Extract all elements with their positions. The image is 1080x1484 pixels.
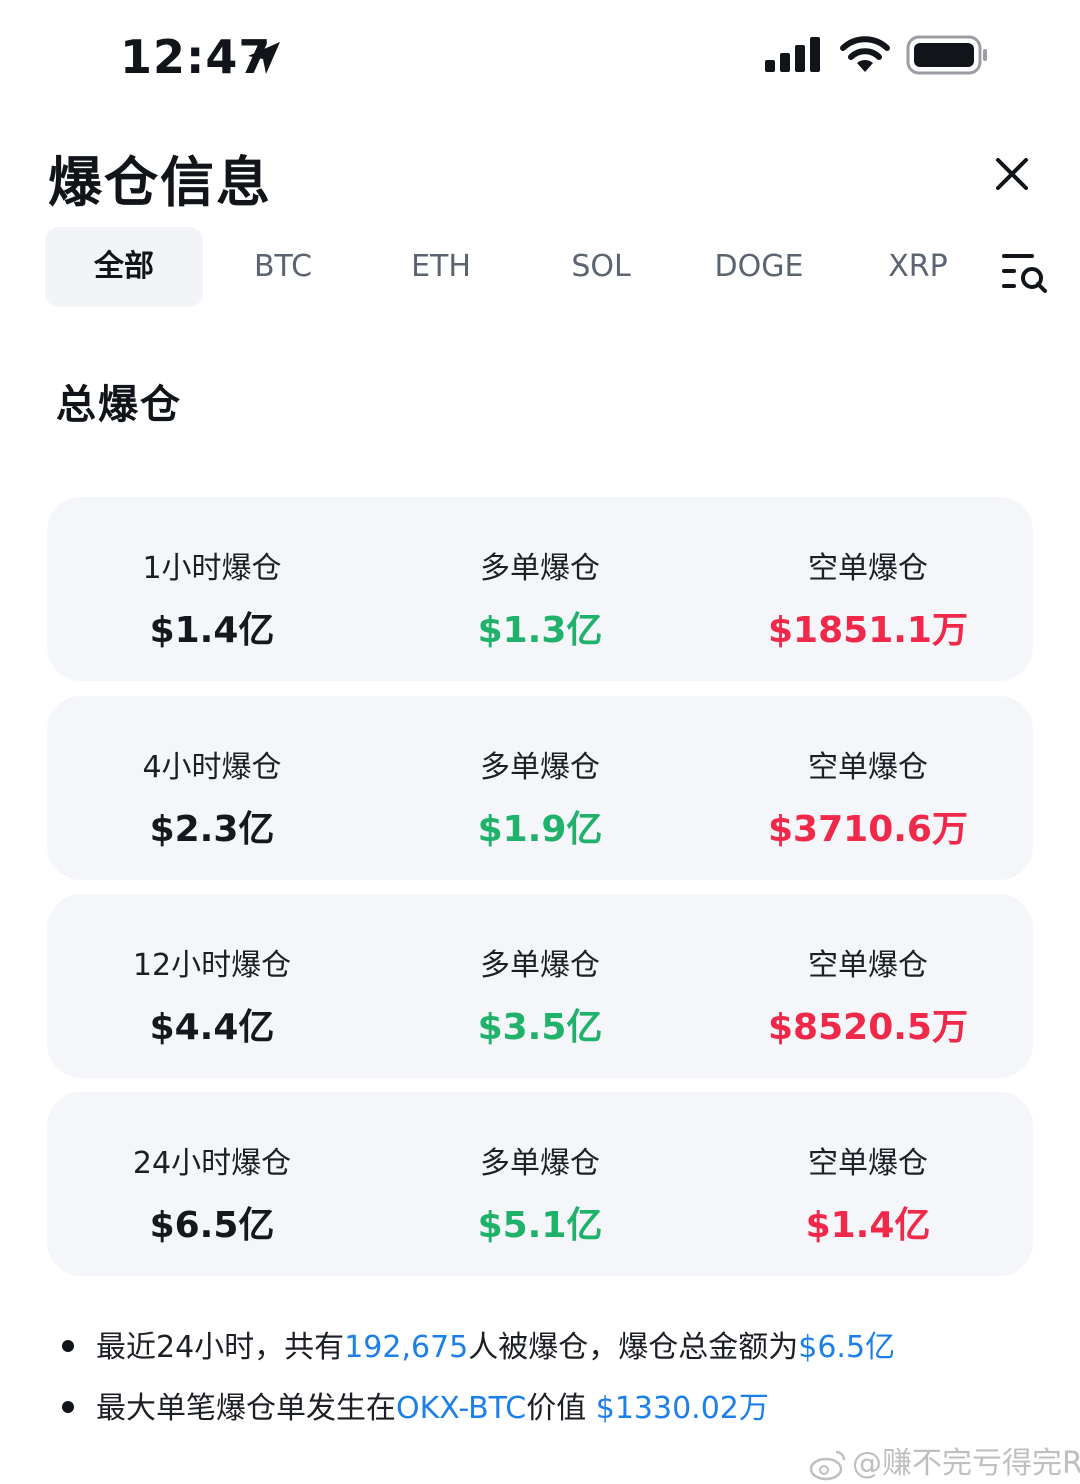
long-label: 多单爆仓 bbox=[480, 750, 600, 785]
total-value: $4.4亿 bbox=[149, 1007, 275, 1048]
total-cell: 1小时爆仓 $1.4亿 bbox=[47, 497, 377, 681]
section-title: 总爆仓 bbox=[56, 382, 182, 428]
battery-icon bbox=[906, 35, 987, 75]
liquidated-count: 192,675 bbox=[344, 1330, 469, 1365]
total-cell: 4小时爆仓 $2.3亿 bbox=[47, 696, 377, 880]
pair-link[interactable]: OKX-BTC bbox=[396, 1391, 526, 1426]
total-label: 12小时爆仓 bbox=[132, 948, 292, 983]
largest-amount: $1330.02万 bbox=[595, 1391, 769, 1426]
page-title: 爆仓信息 bbox=[48, 151, 272, 214]
liquidation-card-1h: 1小时爆仓 $1.4亿 多单爆仓 $1.3亿 空单爆仓 $1851.1万 bbox=[47, 497, 1033, 681]
coin-tabs: 全部 BTC ETH SOL DOGE XRP bbox=[45, 227, 1045, 307]
bullet-icon bbox=[62, 1339, 74, 1352]
largest-liquidation-note: 最大单笔爆仓单发生在OKX-BTC价值 $1330.02万 bbox=[62, 1383, 769, 1427]
long-cell: 多单爆仓 $1.9亿 bbox=[375, 696, 705, 880]
tab-btc[interactable]: BTC bbox=[215, 227, 351, 307]
long-label: 多单爆仓 bbox=[480, 948, 600, 983]
total-cell: 12小时爆仓 $4.4亿 bbox=[47, 894, 377, 1078]
short-cell: 空单爆仓 $3710.6万 bbox=[703, 696, 1033, 880]
liquidation-card-4h: 4小时爆仓 $2.3亿 多单爆仓 $1.9亿 空单爆仓 $3710.6万 bbox=[47, 696, 1033, 880]
long-cell: 多单爆仓 $1.3亿 bbox=[375, 497, 705, 681]
short-label: 空单爆仓 bbox=[808, 948, 928, 983]
total-value: $1.4亿 bbox=[149, 610, 275, 651]
weibo-logo-icon bbox=[809, 1450, 846, 1480]
watermark-text: @赚不完亏得完R bbox=[852, 1446, 1080, 1481]
watermark: @赚不完亏得完R bbox=[808, 1438, 1080, 1482]
liquidation-card-24h: 24小时爆仓 $6.5亿 多单爆仓 $5.1亿 空单爆仓 $1.4亿 bbox=[47, 1092, 1033, 1276]
short-value: $3710.6万 bbox=[768, 809, 968, 850]
status-bar: 12:47 bbox=[0, 0, 1080, 110]
tab-xrp[interactable]: XRP bbox=[851, 227, 985, 307]
tab-doge[interactable]: DOGE bbox=[691, 227, 827, 307]
total-label: 4小时爆仓 bbox=[142, 750, 282, 785]
cellular-signal-icon bbox=[765, 37, 820, 72]
tab-all[interactable]: 全部 bbox=[45, 227, 203, 307]
bullet-icon bbox=[62, 1400, 74, 1413]
note-text: 价值 bbox=[526, 1391, 596, 1426]
short-value: $1.4亿 bbox=[805, 1205, 931, 1246]
long-value: $3.5亿 bbox=[477, 1007, 603, 1048]
note-text: 最大单笔爆仓单发生在 bbox=[96, 1391, 396, 1426]
long-label: 多单爆仓 bbox=[480, 1146, 600, 1181]
note-text: 人被爆仓，爆仓总金额为 bbox=[468, 1330, 799, 1365]
short-label: 空单爆仓 bbox=[808, 750, 928, 785]
total-label: 24小时爆仓 bbox=[132, 1146, 292, 1181]
total-amount: $6.5亿 bbox=[798, 1330, 896, 1365]
long-value: $1.9亿 bbox=[477, 809, 603, 850]
long-cell: 多单爆仓 $5.1亿 bbox=[375, 1092, 705, 1276]
summary-note-24h: 最近24小时，共有192,675人被爆仓，爆仓总金额为$6.5亿 bbox=[62, 1322, 895, 1366]
long-value: $5.1亿 bbox=[477, 1205, 603, 1246]
short-value: $1851.1万 bbox=[768, 610, 968, 651]
tab-eth[interactable]: ETH bbox=[373, 227, 509, 307]
note-text: 最近24小时，共有 bbox=[96, 1330, 345, 1365]
long-label: 多单爆仓 bbox=[480, 551, 600, 586]
short-cell: 空单爆仓 $1851.1万 bbox=[703, 497, 1033, 681]
short-label: 空单爆仓 bbox=[808, 1146, 928, 1181]
short-label: 空单爆仓 bbox=[808, 551, 928, 586]
location-arrow-icon bbox=[248, 42, 280, 74]
total-cell: 24小时爆仓 $6.5亿 bbox=[47, 1092, 377, 1276]
short-cell: 空单爆仓 $1.4亿 bbox=[703, 1092, 1033, 1276]
tab-sol[interactable]: SOL bbox=[533, 227, 669, 307]
total-value: $6.5亿 bbox=[149, 1205, 275, 1246]
long-value: $1.3亿 bbox=[477, 610, 603, 651]
short-value: $8520.5万 bbox=[768, 1007, 968, 1048]
total-label: 1小时爆仓 bbox=[142, 551, 282, 586]
filter-search-icon[interactable] bbox=[1000, 250, 1048, 294]
wifi-icon bbox=[840, 36, 890, 72]
long-cell: 多单爆仓 $3.5亿 bbox=[375, 894, 705, 1078]
short-cell: 空单爆仓 $8520.5万 bbox=[703, 894, 1033, 1078]
total-value: $2.3亿 bbox=[149, 809, 275, 850]
liquidation-card-12h: 12小时爆仓 $4.4亿 多单爆仓 $3.5亿 空单爆仓 $8520.5万 bbox=[47, 894, 1033, 1078]
close-icon[interactable] bbox=[990, 152, 1034, 196]
